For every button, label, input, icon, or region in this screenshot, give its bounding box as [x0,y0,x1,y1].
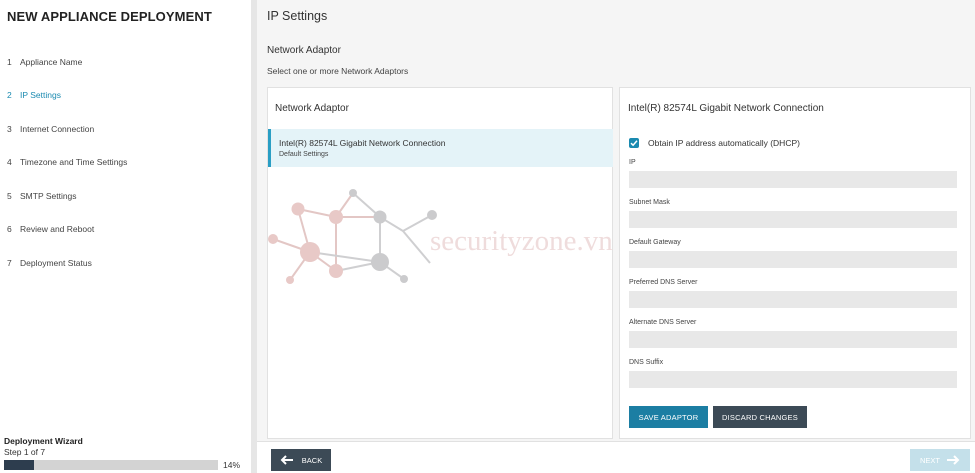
section-subtitle: Select one or more Network Adaptors [267,66,409,76]
discard-changes-button[interactable]: DISCARD CHANGES [713,406,807,428]
ip-label: IP [629,159,636,166]
step-label: Timezone and Time Settings [20,157,128,168]
next-button[interactable]: NEXT [910,449,970,471]
step-ip-settings[interactable]: 2 IP Settings [7,79,127,113]
adaptor-settings-panel: Intel(R) 82574L Gigabit Network Connecti… [619,87,971,439]
next-label: NEXT [919,455,940,465]
step-number: 3 [7,123,12,134]
step-number: 4 [7,157,12,168]
wizard-status: Deployment Wizard Step 1 of 7 14% [4,436,244,470]
step-appliance-name[interactable]: 1 Appliance Name [7,45,127,79]
step-number: 1 [7,56,12,67]
progress-percent: 14% [222,460,240,470]
step-label: Deployment Status [20,257,92,268]
ip-input[interactable] [629,171,957,188]
default-gateway-input[interactable] [629,251,957,268]
step-number: 5 [7,190,12,201]
save-adaptor-button[interactable]: SAVE ADAPTOR [629,406,708,428]
arrow-right-icon [946,455,960,465]
subnet-mask-input[interactable] [629,211,957,228]
adaptor-list-panel: Network Adaptor Intel(R) 82574L Gigabit … [267,87,613,439]
default-gateway-label: Default Gateway [629,239,681,246]
step-label: Internet Connection [20,123,95,134]
progress-row: 14% [4,460,244,470]
watermark-text: securityzone.vn [430,225,613,257]
page-title: IP Settings [267,9,328,23]
preferred-dns-input[interactable] [629,291,957,308]
step-label: IP Settings [20,90,61,101]
section-title: Network Adaptor [267,45,341,56]
step-list: 1 Appliance Name 2 IP Settings 3 Internet C… [7,45,127,280]
arrow-left-icon [280,455,294,465]
wizard-step-text: Step 1 of 7 [4,447,46,457]
footer-bar: BACK NEXT [257,441,975,473]
dhcp-checkbox-row[interactable]: Obtain IP address automatically (DHCP) [629,138,800,148]
checkmark-icon [630,140,638,147]
main-content: IP Settings Network Adaptor Select one o… [257,0,975,473]
dns-suffix-label: DNS Suffix [629,359,664,366]
dhcp-label: Obtain IP address automatically (DHCP) [648,138,800,148]
step-smtp-settings[interactable]: 5 SMTP Settings [7,179,127,213]
adaptor-settings-title: Intel(R) 82574L Gigabit Network Connecti… [628,103,824,114]
alternate-dns-input[interactable] [629,331,957,348]
progress-fill [4,460,34,470]
dhcp-checkbox[interactable] [629,138,639,148]
alternate-dns-label: Alternate DNS Server [629,319,697,326]
step-timezone[interactable]: 4 Timezone and Time Settings [7,146,127,180]
adaptor-list-title: Network Adaptor [275,103,349,114]
app-title: NEW APPLIANCE DEPLOYMENT [7,9,212,24]
watermark-network-logo: securityzone.vn [268,189,613,284]
step-label: Appliance Name [20,56,83,67]
step-number: 7 [7,257,12,268]
subnet-mask-label: Subnet Mask [629,199,670,206]
adaptor-name: Intel(R) 82574L Gigabit Network Connecti… [279,138,446,148]
step-number: 2 [7,90,12,101]
adaptor-list-item[interactable]: Intel(R) 82574L Gigabit Network Connecti… [268,129,613,167]
sidebar: NEW APPLIANCE DEPLOYMENT 1 Appliance Name… [0,0,251,473]
step-label: Review and Reboot [20,224,95,235]
back-label: BACK [301,455,323,465]
preferred-dns-label: Preferred DNS Server [629,279,698,286]
wizard-title: Deployment Wizard [4,436,83,446]
step-deployment-status[interactable]: 7 Deployment Status [7,246,127,280]
back-button[interactable]: BACK [271,449,331,471]
dns-suffix-input[interactable] [629,371,957,388]
step-internet-connection[interactable]: 3 Internet Connection [7,112,127,146]
step-review-reboot[interactable]: 6 Review and Reboot [7,213,127,247]
adaptor-subtitle: Default Settings [279,151,329,158]
step-number: 6 [7,224,12,235]
progress-track [4,460,218,470]
step-label: SMTP Settings [20,190,77,201]
